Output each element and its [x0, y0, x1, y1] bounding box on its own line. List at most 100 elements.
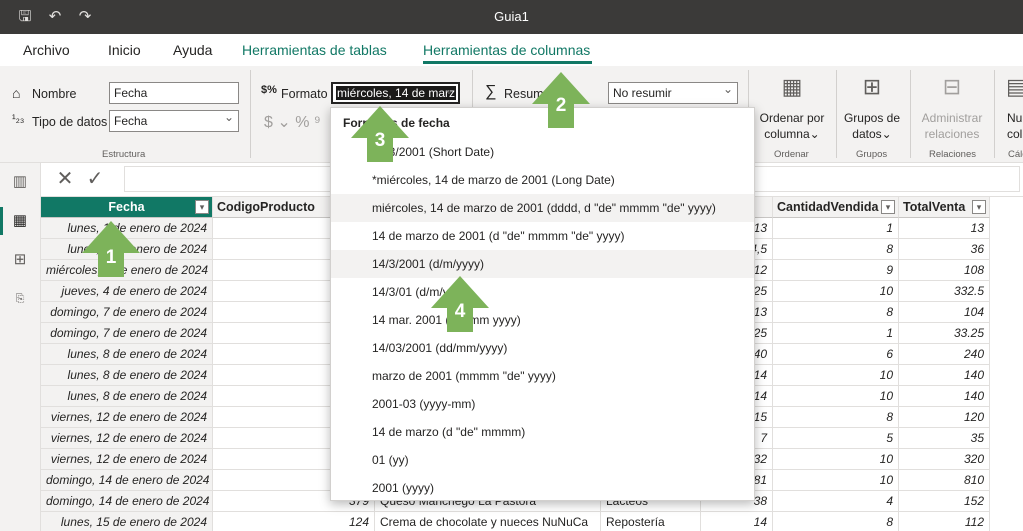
- cell-total: 140: [899, 365, 990, 386]
- ordenar-button[interactable]: Ordenar por columna⌄: [755, 110, 829, 142]
- cell-cantidad: 9: [773, 260, 899, 281]
- dax-query-icon[interactable]: ⎘: [9, 288, 31, 310]
- date-format-option[interactable]: 14 de marzo de 2001 (d "de" mmmm "de" yy…: [331, 222, 754, 250]
- sum-icon: ∑: [485, 83, 497, 100]
- cell-total: 33.25: [899, 323, 990, 344]
- window-title: Guia1: [494, 9, 529, 24]
- tipo-datos-select[interactable]: Fecha: [109, 110, 239, 132]
- filter-icon[interactable]: ▾: [195, 200, 209, 214]
- cell-fecha: viernes, 12 de enero de 2024: [41, 407, 213, 428]
- date-format-option[interactable]: 14 de marzo (d "de" mmmm): [331, 418, 754, 446]
- cell-precio: 14: [701, 512, 773, 531]
- date-format-option[interactable]: 2001-03 (yyyy-mm): [331, 390, 754, 418]
- cell-total: 112: [899, 512, 990, 531]
- callout-1-label: 1: [106, 247, 117, 268]
- report-view-icon[interactable]: ▥: [9, 171, 31, 193]
- filter-icon[interactable]: ▾: [881, 200, 895, 214]
- column-header-label: CodigoProducto: [217, 200, 315, 214]
- tipo-datos-label: Tipo de datos: [32, 115, 108, 129]
- tab-herramientas-tablas[interactable]: Herramientas de tablas: [242, 42, 387, 58]
- callout-4: 4: [431, 276, 489, 332]
- tag-icon: ⌂: [12, 85, 21, 101]
- manage-relationships-icon: ⊟: [942, 74, 962, 99]
- estructura-group-label: Estructura: [102, 149, 146, 160]
- grupos-button[interactable]: Grupos de datos⌄: [840, 110, 904, 142]
- cell-total: 320: [899, 449, 990, 470]
- relaciones-line2: relaciones: [924, 127, 980, 141]
- new-column-icon: ▤: [1006, 74, 1023, 99]
- date-format-option[interactable]: 2001 (yyyy): [331, 474, 754, 502]
- callout-3: 3: [351, 106, 409, 162]
- column-header-totalventa[interactable]: TotalVenta ▾: [899, 197, 990, 218]
- cell-fecha: viernes, 12 de enero de 2024: [41, 449, 213, 470]
- cell-fecha: domingo, 7 de enero de 2024: [41, 323, 213, 344]
- cell-total: 13: [899, 218, 990, 239]
- date-format-option[interactable]: 14/3/2001 (d/m/yyyy): [331, 250, 754, 278]
- nueva-line1: Nu: [1007, 111, 1023, 125]
- cell-total: 120: [899, 407, 990, 428]
- sort-by-column-icon: ▦: [781, 74, 803, 99]
- column-header-fecha[interactable]: Fecha ▾: [41, 197, 213, 218]
- relaciones-group-label: Relaciones: [929, 149, 976, 160]
- date-format-option[interactable]: miércoles, 14 de marzo de 2001 (dddd, d …: [331, 194, 754, 222]
- currency-format-buttons[interactable]: $ ⌄ % ⁹: [264, 112, 321, 132]
- active-tab-indicator: [423, 61, 592, 64]
- resumen-select[interactable]: No resumir: [608, 82, 738, 104]
- ordenar-line1: Ordenar por: [759, 111, 825, 125]
- tab-inicio[interactable]: Inicio: [108, 42, 141, 58]
- format-icon: $%: [261, 84, 277, 96]
- callout-2-label: 2: [556, 95, 567, 116]
- cell-cantidad: 5: [773, 428, 899, 449]
- table-view-icon[interactable]: ▦: [9, 210, 31, 232]
- cell-fecha: domingo, 14 de enero de 2024: [41, 470, 213, 491]
- calculos-group-label: Cálc: [1008, 149, 1023, 160]
- group-separator: [250, 70, 251, 158]
- date-format-option[interactable]: 14/03/2001 (dd/mm/yyyy): [331, 334, 754, 362]
- date-format-option[interactable]: 01 (yy): [331, 446, 754, 474]
- formato-label: Formato: [281, 87, 328, 101]
- cell-total: 108: [899, 260, 990, 281]
- model-view-icon[interactable]: ⊞: [9, 249, 31, 271]
- cell-total: 810: [899, 470, 990, 491]
- callout-4-label: 4: [455, 301, 466, 322]
- filter-icon[interactable]: ▾: [972, 200, 986, 214]
- cell-cantidad: 4: [773, 491, 899, 512]
- active-view-indicator: [0, 207, 3, 235]
- cell-total: 332.5: [899, 281, 990, 302]
- view-switcher: ▥ ▦ ⊞ ⎘: [0, 163, 41, 531]
- tab-ayuda[interactable]: Ayuda: [173, 42, 212, 58]
- nombre-label: Nombre: [32, 87, 77, 101]
- cancel-icon[interactable]: ✕: [51, 165, 79, 193]
- group-separator: [910, 70, 911, 158]
- nueva-columna-button[interactable]: Nu colu: [1007, 110, 1023, 142]
- cell-total: 240: [899, 344, 990, 365]
- cell-cantidad: 8: [773, 512, 899, 531]
- nombre-input[interactable]: Fecha: [109, 82, 239, 104]
- ribbon-tabs: Archivo Inicio Ayuda Herramientas de tab…: [0, 34, 1023, 66]
- cell-cantidad: 8: [773, 407, 899, 428]
- tab-archivo[interactable]: Archivo: [23, 42, 70, 58]
- cell-cantidad: 10: [773, 386, 899, 407]
- cell-fecha: viernes, 12 de enero de 2024: [41, 428, 213, 449]
- cell-codigo: 124: [213, 512, 375, 531]
- cell-total: 36: [899, 239, 990, 260]
- cell-total: 140: [899, 386, 990, 407]
- formato-select[interactable]: miércoles, 14 de marz: [331, 82, 460, 104]
- cell-total: 35: [899, 428, 990, 449]
- ordenar-group-label: Ordenar: [774, 149, 809, 160]
- grupos-line1: Grupos de: [843, 111, 901, 125]
- date-format-option[interactable]: 14 mar. 2001 (d mmm yyyy): [331, 306, 754, 334]
- column-header-cantidadvendida[interactable]: CantidadVendida ▾: [773, 197, 899, 218]
- date-format-option[interactable]: *miércoles, 14 de marzo de 2001 (Long Da…: [331, 166, 754, 194]
- cell-cantidad: 10: [773, 449, 899, 470]
- date-format-option[interactable]: 14/3/01 (d/m/yy): [331, 278, 754, 306]
- tab-herramientas-columnas[interactable]: Herramientas de columnas: [423, 42, 590, 58]
- date-format-option[interactable]: marzo de 2001 (mmmm "de" yyyy): [331, 362, 754, 390]
- cell-fecha: lunes, 8 de enero de 2024: [41, 344, 213, 365]
- callout-1: 1: [82, 221, 140, 277]
- cell-categoria: Repostería: [601, 512, 701, 531]
- confirm-icon[interactable]: ✓: [81, 165, 109, 193]
- relaciones-button[interactable]: Administrar relaciones: [915, 110, 989, 142]
- cell-producto: Crema de chocolate y nueces NuNuCa: [375, 512, 601, 531]
- ordenar-line2: columna⌄: [764, 127, 820, 141]
